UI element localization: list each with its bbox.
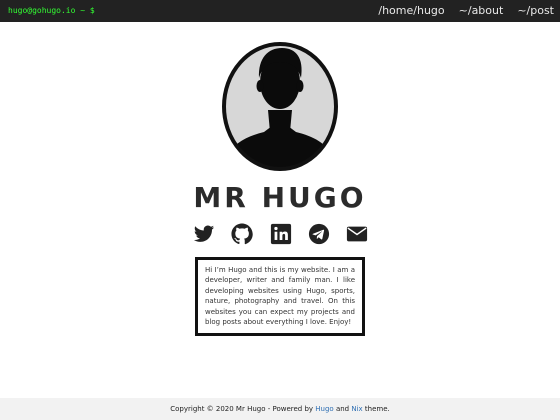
nav-menu: /home/hugo ~/about ~/post (378, 4, 554, 17)
top-navbar: hugo@gohugo.io ~ $ /home/hugo ~/about ~/… (0, 0, 560, 22)
github-icon (231, 223, 253, 245)
linkedin-link[interactable] (270, 223, 292, 245)
linkedin-icon (270, 223, 291, 245)
social-links (193, 222, 368, 246)
email-link[interactable] (346, 223, 368, 245)
footer-theme: theme. (362, 405, 390, 413)
brand-link[interactable]: hugo@gohugo.io ~ $ (8, 6, 95, 15)
nav-home-link[interactable]: /home/hugo (378, 4, 444, 17)
bio-text: Hi I’m Hugo and this is my website. I am… (205, 266, 355, 327)
nix-link[interactable]: Nix (351, 405, 362, 413)
person-silhouette-icon (222, 42, 338, 171)
hugo-link[interactable]: Hugo (315, 405, 333, 413)
profile-name: MR HUGO (193, 181, 367, 214)
twitter-link[interactable] (193, 223, 215, 245)
footer: Copyright © 2020 Mr Hugo - Powered by Hu… (0, 398, 560, 420)
footer-and: and (333, 405, 352, 413)
telegram-icon (308, 223, 329, 245)
avatar (220, 40, 340, 173)
twitter-icon (193, 225, 215, 242)
footer-copyright: Copyright © 2020 Mr Hugo - Powered by (170, 405, 316, 413)
nav-about-link[interactable]: ~/about (459, 4, 504, 17)
github-link[interactable] (231, 223, 253, 245)
email-icon (346, 226, 368, 242)
nav-post-link[interactable]: ~/post (517, 4, 554, 17)
bio-box: Hi I’m Hugo and this is my website. I am… (195, 257, 365, 336)
telegram-link[interactable] (308, 223, 330, 245)
